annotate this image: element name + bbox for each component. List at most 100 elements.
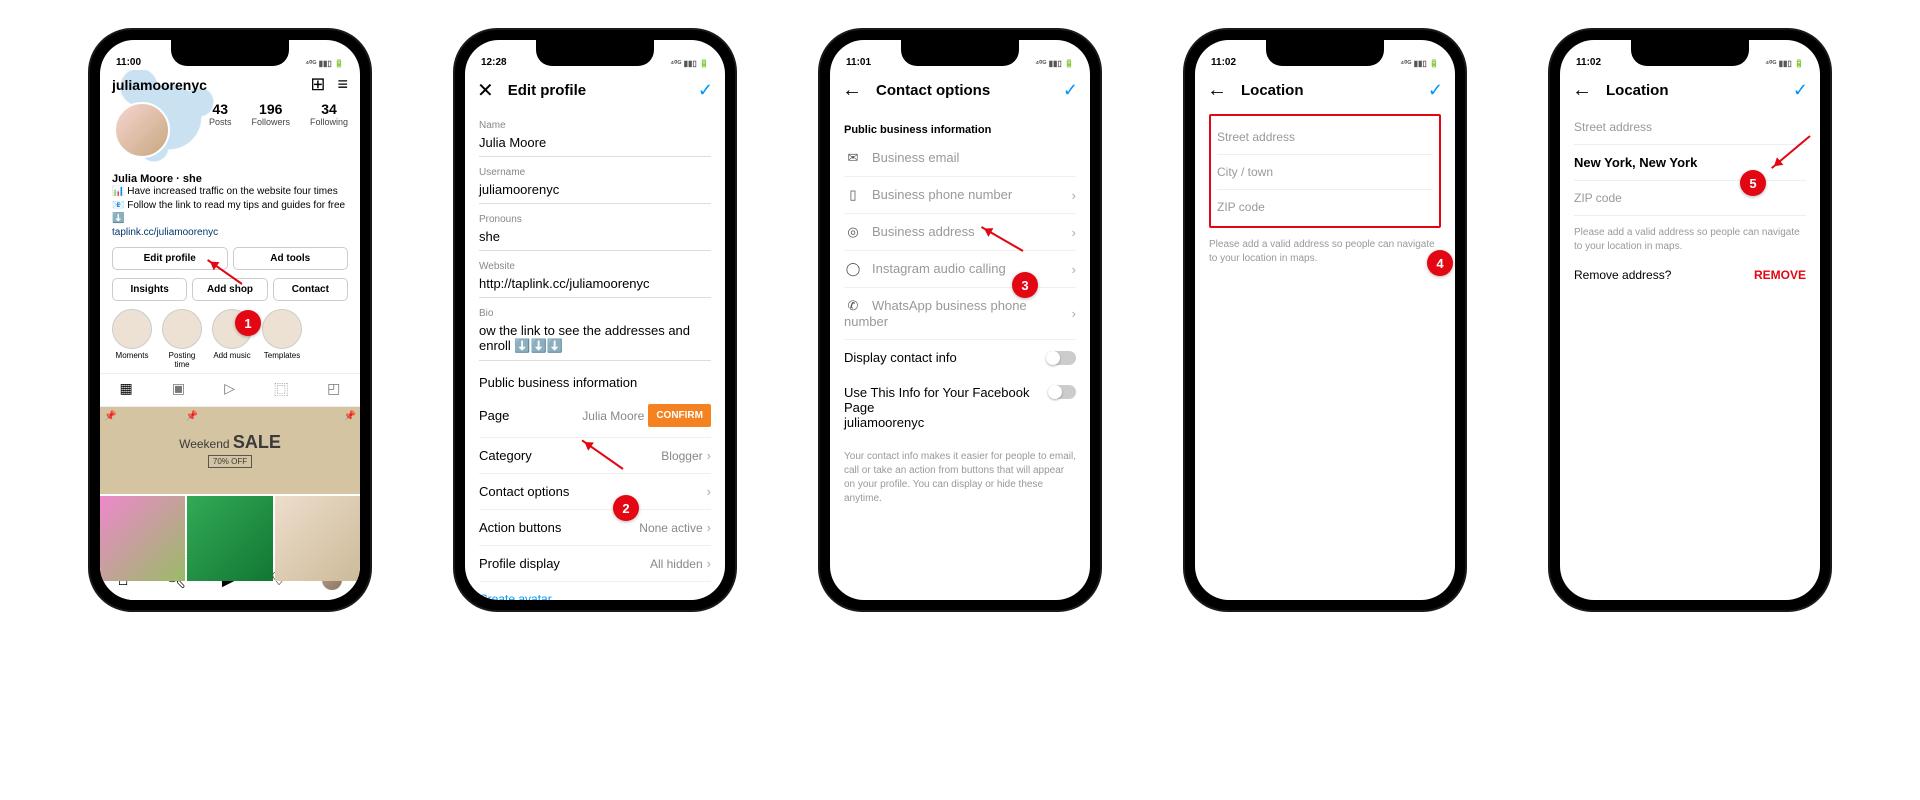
bio-text: 📊 Have increased traffic on the website … — [112, 185, 348, 239]
row-business-email[interactable]: ✉Business email — [844, 140, 1076, 177]
page-title: Edit profile — [508, 82, 684, 99]
toggle[interactable] — [1048, 385, 1076, 399]
posts-grid: 📌 📌 📌 Weekend SALE 70% OFF — [100, 407, 360, 581]
notch — [901, 40, 1019, 66]
avatar[interactable] — [114, 102, 170, 158]
confirm-button[interactable]: CONFIRM — [648, 404, 711, 427]
add-shop-button[interactable]: Add shop — [192, 278, 267, 301]
row-action-buttons[interactable]: Action buttons None active› — [479, 510, 711, 546]
phone-5-location-filled: 11:02 ⁴⁰ᴳ ▮▮▯ 🔋 ← Location ✓ Street addr… — [1550, 30, 1830, 610]
highlighted-fields-box: Street address City / town ZIP code — [1209, 114, 1441, 228]
notch — [1631, 40, 1749, 66]
pin-icon: 📌 — [104, 411, 116, 422]
link-create-avatar[interactable]: Create avatar — [479, 582, 711, 600]
post-thumbnail[interactable] — [187, 496, 272, 581]
post-sale-banner[interactable]: 📌 📌 📌 Weekend SALE 70% OFF — [100, 407, 360, 494]
stat-following[interactable]: 34Following — [310, 101, 348, 127]
chevron-right-icon: › — [707, 448, 711, 463]
label-bio: Bio — [479, 308, 711, 319]
bio-link[interactable]: taplink.cc/juliamoorenyc — [112, 226, 348, 240]
phone-2-edit-profile: 12:28 ⁴⁰ᴳ ▮▮▯ 🔋 ✕ Edit profile ✓ Name Ju… — [455, 30, 735, 610]
row-facebook-page-toggle[interactable]: Use This Info for Your Facebook Pagejuli… — [844, 375, 1076, 440]
phone-3-contact-options: 11:01 ⁴⁰ᴳ ▮▮▯ 🔋 ← Contact options ✓ Publ… — [820, 30, 1100, 610]
bio-field[interactable]: ow the link to see the addresses and enr… — [479, 319, 711, 361]
status-icons: ⁴⁰ᴳ ▮▮▯ 🔋 — [1035, 59, 1074, 68]
callout-1: 1 — [235, 310, 261, 336]
back-icon[interactable]: ← — [1572, 79, 1592, 102]
page-title: Location — [1241, 82, 1414, 99]
stat-posts[interactable]: 43Posts — [209, 101, 232, 127]
ad-tools-button[interactable]: Ad tools — [233, 247, 349, 270]
status-icons: ⁴⁰ᴳ ▮▮▯ 🔋 — [305, 59, 344, 68]
label-website: Website — [479, 261, 711, 272]
phone-1-profile: 11:00 ⁴⁰ᴳ ▮▮▯ 🔋 juliamoorenyc ⊞ ≡ 43Post… — [90, 30, 370, 610]
row-audio-calling[interactable]: ◯Instagram audio calling › — [844, 251, 1076, 288]
chevron-right-icon: › — [1072, 188, 1076, 203]
status-icons: ⁴⁰ᴳ ▮▮▯ 🔋 — [1400, 59, 1439, 68]
confirm-check-icon[interactable]: ✓ — [1063, 80, 1078, 101]
insights-button[interactable]: Insights — [112, 278, 187, 301]
label-pronouns: Pronouns — [479, 214, 711, 225]
page-title: Location — [1606, 82, 1779, 99]
website-field[interactable]: http://taplink.cc/juliamoorenyc — [479, 272, 711, 298]
callout-4: 4 — [1427, 250, 1453, 276]
contact-button[interactable]: Contact — [273, 278, 348, 301]
back-icon[interactable]: ← — [842, 79, 862, 102]
zip-field[interactable]: ZIP code — [1217, 190, 1433, 224]
notch — [171, 40, 289, 66]
phone-icon: ▯ — [844, 187, 862, 203]
help-text: Your contact info makes it easier for pe… — [844, 450, 1076, 506]
tab-play-icon[interactable]: ▷ — [224, 380, 235, 400]
help-text: Please add a valid address so people can… — [1209, 238, 1441, 266]
row-display-contact-toggle[interactable]: Display contact info — [844, 340, 1076, 375]
notch — [536, 40, 654, 66]
new-post-icon[interactable]: ⊞ — [310, 74, 325, 95]
toggle[interactable] — [1046, 351, 1076, 365]
profile-username[interactable]: juliamoorenyc — [112, 77, 207, 93]
street-address-field[interactable]: Street address — [1574, 110, 1806, 145]
post-thumbnail[interactable] — [275, 496, 360, 581]
row-contact-options[interactable]: Contact options › — [479, 474, 711, 510]
row-category[interactable]: Category Blogger› — [479, 438, 711, 474]
email-icon: ✉ — [844, 150, 862, 166]
row-business-phone[interactable]: ▯Business phone number › — [844, 177, 1076, 214]
display-name: Julia Moore · she — [112, 173, 348, 185]
location-icon: ◎ — [844, 224, 862, 240]
row-whatsapp[interactable]: ✆WhatsApp business phone number › — [844, 288, 1076, 340]
highlights-row[interactable]: Moments Posting time Add music Templates — [112, 309, 348, 369]
confirm-check-icon[interactable]: ✓ — [1793, 80, 1808, 101]
row-business-address[interactable]: ◎Business address › — [844, 214, 1076, 251]
menu-icon[interactable]: ≡ — [337, 74, 348, 95]
close-icon[interactable]: ✕ — [477, 78, 494, 103]
back-icon[interactable]: ← — [1207, 79, 1227, 102]
chevron-right-icon: › — [707, 484, 711, 499]
tab-reels-icon[interactable]: ▣ — [172, 380, 185, 400]
help-text: Please add a valid address so people can… — [1574, 226, 1806, 254]
name-field[interactable]: Julia Moore — [479, 131, 711, 157]
remove-button[interactable]: REMOVE — [1754, 268, 1806, 282]
tab-grid-icon[interactable]: ▦ — [120, 380, 133, 400]
status-time: 11:02 — [1576, 57, 1601, 68]
confirm-check-icon[interactable]: ✓ — [698, 80, 713, 101]
notch — [1266, 40, 1384, 66]
chevron-right-icon: › — [707, 556, 711, 571]
tab-tagged-icon[interactable]: ◰ — [327, 380, 340, 400]
status-time: 12:28 — [481, 57, 507, 68]
callout-2: 2 — [613, 495, 639, 521]
profile-tabs: ▦ ▣ ▷ ⿴ ◰ — [100, 373, 360, 407]
row-profile-display[interactable]: Profile display All hidden› — [479, 546, 711, 582]
city-field[interactable]: City / town — [1217, 155, 1433, 190]
username-field[interactable]: juliamoorenyc — [479, 178, 711, 204]
tab-guides-icon[interactable]: ⿴ — [274, 380, 288, 400]
stat-followers[interactable]: 196Followers — [251, 101, 290, 127]
instagram-icon: ◯ — [844, 261, 862, 277]
street-address-field[interactable]: Street address — [1217, 120, 1433, 155]
whatsapp-icon: ✆ — [844, 298, 862, 314]
chevron-right-icon: › — [1072, 262, 1076, 277]
chevron-right-icon: › — [1072, 306, 1076, 321]
pronouns-field[interactable]: she — [479, 225, 711, 251]
zip-field[interactable]: ZIP code — [1574, 181, 1806, 216]
confirm-check-icon[interactable]: ✓ — [1428, 80, 1443, 101]
row-page[interactable]: Page Julia MooreCONFIRM — [479, 394, 711, 438]
post-thumbnail[interactable] — [100, 496, 185, 581]
